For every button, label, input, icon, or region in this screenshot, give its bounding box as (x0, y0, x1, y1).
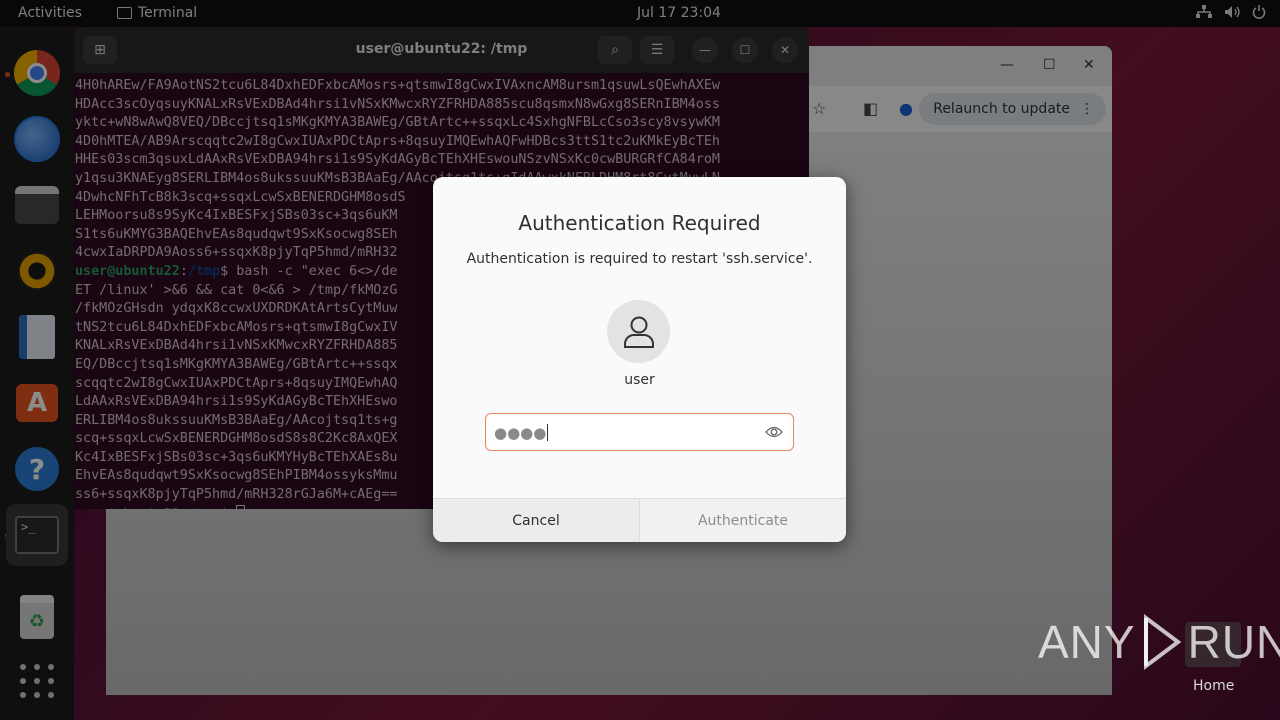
avatar (607, 300, 670, 363)
authenticate-button[interactable]: Authenticate (640, 499, 846, 542)
home-label[interactable]: Home (1193, 678, 1234, 694)
show-password-icon[interactable] (765, 424, 783, 440)
user-icon (623, 316, 654, 348)
username-label: user (624, 372, 655, 388)
play-logo-icon (1143, 614, 1181, 670)
watermark-left: ANY (1038, 616, 1136, 668)
auth-dialog: Authentication Required Authentication i… (433, 177, 846, 542)
cancel-button[interactable]: Cancel (433, 499, 640, 542)
password-mask: ●●●● (494, 424, 549, 442)
watermark-right: RUN (1187, 616, 1280, 668)
password-field[interactable]: ●●●● (485, 413, 794, 451)
anyrun-watermark: ANY RUN (1038, 612, 1280, 672)
dialog-message: Authentication is required to restart 's… (466, 251, 813, 267)
dialog-buttons: Cancel Authenticate (433, 498, 846, 542)
dialog-title: Authentication Required (518, 211, 761, 235)
